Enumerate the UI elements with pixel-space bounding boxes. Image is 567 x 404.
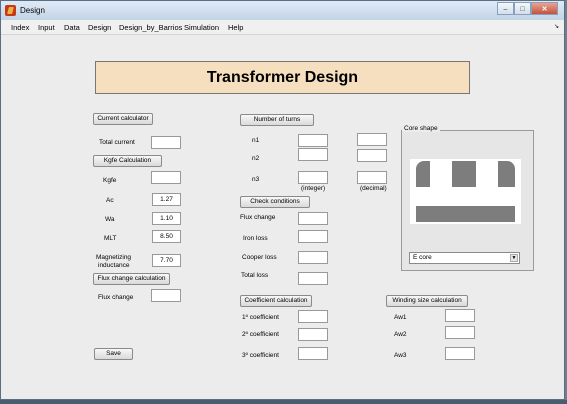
flux-change-check-field[interactable]	[298, 212, 328, 225]
total-loss-label: Total loss	[241, 272, 269, 279]
kgfe-label: Kgfe	[103, 177, 117, 184]
maximize-icon[interactable]: □	[514, 2, 531, 15]
iron-loss-label: Iron loss	[243, 235, 268, 242]
n1-decimal-field[interactable]	[357, 133, 387, 146]
aw3-label: Aw3	[394, 352, 407, 359]
menu-data[interactable]: Data	[64, 23, 80, 32]
menu-help[interactable]: Help	[228, 23, 243, 32]
kgfe-calculation-button[interactable]: Kgfe Calculation	[93, 155, 162, 167]
decimal-label: (decimal)	[360, 185, 387, 192]
n2-integer-field[interactable]	[298, 148, 328, 161]
mlt-label: MLT	[104, 235, 117, 242]
magnetizing-inductance-label-line2: inductance	[98, 262, 130, 269]
coefficient-1-field[interactable]	[298, 310, 328, 323]
n3-decimal-field[interactable]	[357, 171, 387, 184]
aw1-label: Aw1	[394, 314, 407, 321]
core-type-select-value: E core	[413, 254, 432, 261]
chevron-down-icon[interactable]: ▼	[510, 254, 518, 262]
page-title: Transformer Design	[95, 61, 470, 94]
menu-index[interactable]: Index	[11, 23, 29, 32]
total-current-field[interactable]	[151, 136, 181, 149]
title-bar[interactable]: Design – □ ✕	[1, 1, 564, 21]
coefficient-2-label: 2º coefficient	[242, 331, 279, 338]
core-type-select[interactable]: E core ▼	[409, 252, 520, 264]
flux-change-calculation-button[interactable]: Flux change calculation	[93, 273, 170, 285]
close-icon[interactable]: ✕	[531, 2, 558, 15]
magnetizing-inductance-label-line1: Magnetizing	[96, 254, 132, 261]
n3-integer-field[interactable]	[298, 171, 328, 184]
menu-input[interactable]: Input	[38, 23, 55, 32]
flux-change-check-label: Flux change	[240, 214, 276, 221]
kgfe-field[interactable]	[151, 171, 181, 184]
wa-field[interactable]: 1.10	[152, 212, 181, 225]
wa-label: Wa	[105, 216, 115, 223]
flux-change-field[interactable]	[151, 289, 181, 302]
taskbar-strip	[0, 400, 567, 404]
n2-label: n2	[252, 155, 260, 162]
coefficient-calculation-button[interactable]: Coefficient calculation	[240, 295, 312, 307]
integer-label: (integer)	[301, 185, 326, 192]
e-core-image	[410, 159, 521, 224]
aw2-label: Aw2	[394, 331, 407, 338]
ac-label: Ac	[106, 197, 114, 204]
mlt-field[interactable]: 8.50	[152, 230, 181, 243]
copper-loss-label: Cooper loss	[242, 254, 277, 261]
winding-size-calculation-button[interactable]: Winding size calculation	[386, 295, 468, 307]
copper-loss-field[interactable]	[298, 251, 328, 264]
save-button[interactable]: Save	[94, 348, 133, 360]
menu-design[interactable]: Design	[88, 23, 111, 32]
n3-label: n3	[252, 176, 260, 183]
aw3-field[interactable]	[445, 347, 475, 360]
ac-field[interactable]: 1.27	[152, 193, 181, 206]
n1-integer-field[interactable]	[298, 134, 328, 147]
window-controls: – □ ✕	[497, 2, 558, 17]
coefficient-1-label: 1º coefficient	[242, 314, 279, 321]
core-shape-label: Core shape	[402, 125, 440, 132]
check-conditions-button[interactable]: Check conditions	[240, 196, 310, 208]
coefficient-2-field[interactable]	[298, 328, 328, 341]
magnetizing-inductance-field[interactable]: 7.70	[152, 254, 181, 267]
total-loss-field[interactable]	[298, 272, 328, 285]
n1-label: n1	[252, 137, 260, 144]
aw2-field[interactable]	[445, 326, 475, 339]
menu-simulation[interactable]: Simulation	[184, 23, 219, 32]
window-title: Design	[20, 6, 45, 15]
iron-loss-field[interactable]	[298, 230, 328, 243]
matlab-icon	[5, 5, 16, 16]
total-current-label: Total current	[99, 139, 135, 146]
minimize-icon[interactable]: –	[497, 2, 514, 15]
current-calculator-button[interactable]: Current calculator	[93, 113, 153, 125]
coefficient-3-label: 3º coefficient	[242, 352, 279, 359]
number-of-turns-button[interactable]: Number of turns	[240, 114, 314, 126]
flux-change-label: Flux change	[98, 294, 134, 301]
aw1-field[interactable]	[445, 309, 475, 322]
coefficient-3-field[interactable]	[298, 347, 328, 360]
menu-design-by-barrios[interactable]: Design_by_Barrios	[119, 23, 182, 32]
toolbar-dock-arrow-icon[interactable]: ↘	[554, 23, 559, 30]
menu-bar: Index Input Data Design Design_by_Barrio…	[1, 20, 564, 35]
n2-decimal-field[interactable]	[357, 149, 387, 162]
